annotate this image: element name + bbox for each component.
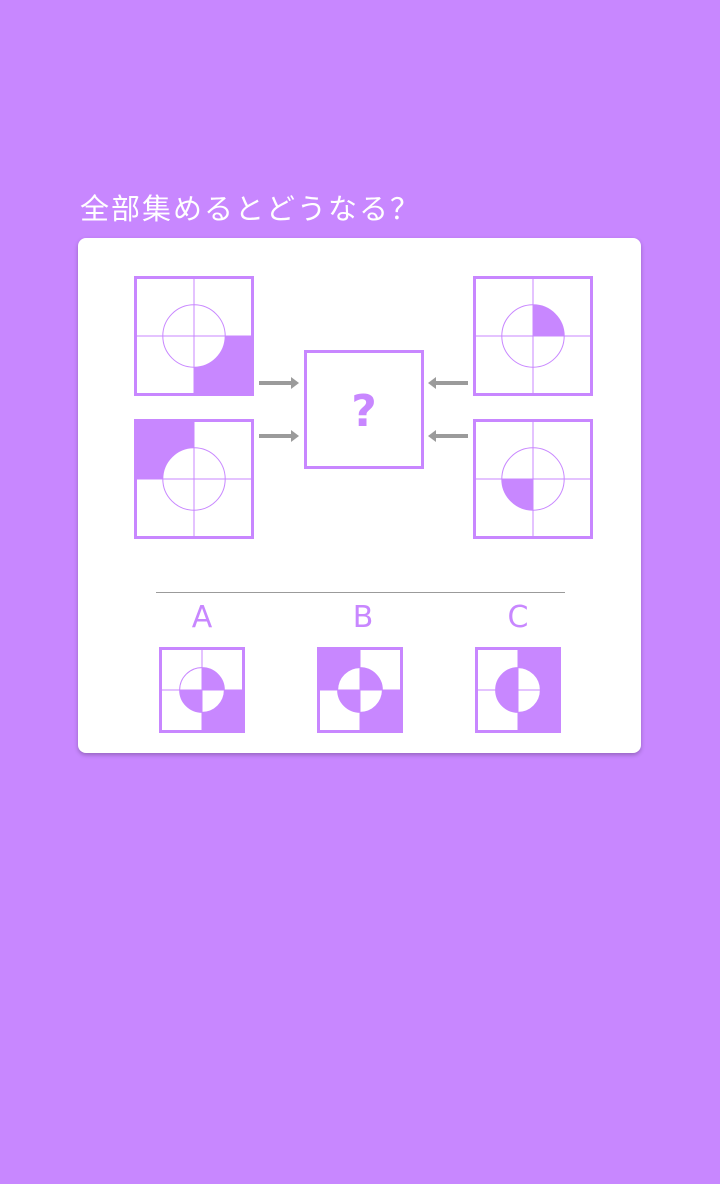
puzzle-tile-top-left [134, 276, 254, 396]
option-b-tile[interactable] [317, 647, 403, 733]
option-b-label[interactable]: B [333, 600, 393, 635]
puzzle-canvas: ? [134, 276, 593, 733]
result-question-mark: ? [351, 386, 377, 437]
arrow-left-icon-head [428, 430, 436, 442]
option-c-label[interactable]: C [488, 600, 548, 635]
option-c-tile[interactable] [475, 647, 561, 733]
option-a-tile[interactable] [159, 647, 245, 733]
puzzle-tile-bottom-left [134, 419, 254, 539]
puzzle-card: ? [78, 238, 641, 753]
question-title: 全部集めるとどうなる？ [80, 192, 422, 226]
arrow-right-icon-head [291, 430, 299, 442]
arrow-right-icon-head [291, 377, 299, 389]
puzzle-tile-top-right [473, 276, 593, 396]
arrow-left-icon-head [428, 377, 436, 389]
puzzle-tile-bottom-right [473, 419, 593, 539]
option-a-label[interactable]: A [172, 600, 232, 635]
